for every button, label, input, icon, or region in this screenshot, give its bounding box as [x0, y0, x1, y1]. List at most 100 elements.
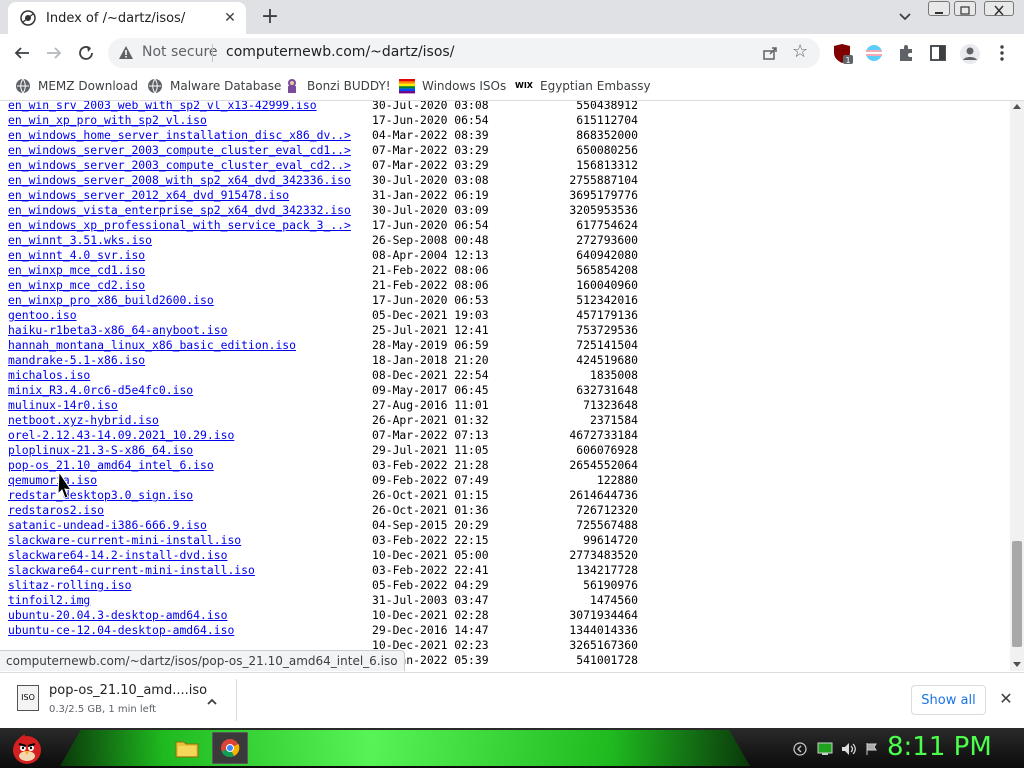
volume-tray-icon[interactable]	[841, 741, 857, 755]
reload-icon[interactable]	[75, 42, 97, 64]
file-link[interactable]: satanic-undead-i386-666.9.iso	[8, 518, 207, 533]
chevron-up-icon[interactable]	[206, 693, 218, 705]
new-tab-button[interactable]: +	[258, 6, 282, 28]
profile-avatar-icon[interactable]	[959, 43, 980, 64]
tab-close-icon[interactable]: ✕	[222, 10, 238, 26]
flag-tray-icon[interactable]	[864, 741, 880, 755]
warning-triangle-icon[interactable]	[118, 45, 134, 61]
close-download-shelf-icon[interactable]: ✕	[998, 691, 1014, 707]
side-panel-icon[interactable]	[928, 43, 948, 63]
tab-active[interactable]: Index of /~dartz/isos/ ✕	[8, 2, 246, 34]
file-row: en_windows_server_2003_compute_cluster_e…	[8, 143, 648, 158]
url-text[interactable]: computernewb.com/~dartz/isos/	[226, 44, 454, 60]
file-link[interactable]: orel-2.12.43-14.09.2021_10.29.iso	[8, 428, 234, 443]
file-link[interactable]: en_windows_home_server_installation_disc…	[8, 128, 351, 143]
bookmark-egyptian-embassy[interactable]: WIX Egyptian Embassy	[515, 77, 651, 95]
file-date: 09-May-2017 06:45	[372, 383, 489, 397]
file-link[interactable]: slackware-current-mini-install.iso	[8, 533, 241, 548]
scrollbar-thumb[interactable]	[1012, 541, 1022, 647]
bookmark-malware-database[interactable]: Malware Database	[147, 77, 281, 95]
globe-icon	[15, 78, 31, 94]
file-link[interactable]: slackware64-14.2-install-dvd.iso	[8, 548, 227, 563]
file-link[interactable]: gentoo.iso	[8, 308, 77, 323]
restore-button[interactable]	[954, 1, 976, 16]
file-link[interactable]: haiku-r1beta3-x86_64-anyboot.iso	[8, 323, 227, 338]
file-link[interactable]: mandrake-5.1-x86.iso	[8, 353, 145, 368]
file-size: 725567488	[576, 518, 638, 532]
show-all-button[interactable]: Show all	[911, 685, 986, 715]
file-date: 17-Jun-2020 06:54	[372, 113, 489, 127]
file-link[interactable]: en_win_xp_pro_with_sp2_vl.iso	[8, 113, 207, 128]
not-secure-label[interactable]: Not secure	[142, 44, 218, 60]
file-link[interactable]: en_winnt_3.51.wks.iso	[8, 233, 152, 248]
file-link[interactable]: hannah_montana_linux_x86_basic_edition.i…	[8, 338, 296, 353]
file-date: 08-Apr-2004 12:13	[372, 248, 489, 262]
network-tray-icon[interactable]	[817, 741, 833, 755]
file-link[interactable]: ubuntu-ce-12.04-desktop-amd64.iso	[8, 623, 234, 638]
menu-kebab-icon[interactable]	[993, 43, 1013, 63]
file-size: 2773483520	[569, 548, 638, 562]
bookmark-windows-isos[interactable]: Windows ISOs	[399, 77, 506, 95]
ublock-extension-icon[interactable]: 1	[832, 43, 853, 65]
file-row: minix_R3.4.0rc6-d5e4fc0.iso 09-May-2017 0…	[8, 383, 648, 398]
file-link[interactable]: en_windows_server_2003_compute_cluster_e…	[8, 158, 351, 173]
page-scrollbar[interactable]	[1010, 101, 1024, 671]
file-link[interactable]: en_windows_server_2012_x64_dvd_915478.is…	[8, 188, 289, 203]
file-size: 632731648	[576, 383, 638, 397]
file-link[interactable]: en_windows_server_2008_with_sp2_x64_dvd_…	[8, 173, 351, 188]
file-link[interactable]: en_winxp_mce_cd2.iso	[8, 278, 145, 293]
bookmark-star-icon[interactable]: ☆	[792, 43, 808, 61]
back-arrow-tray-icon[interactable]	[792, 741, 808, 756]
file-link[interactable]: ubuntu-20.04.3-desktop-amd64.iso	[8, 608, 227, 623]
address-bar[interactable]: Not secure computernewb.com/~dartz/isos/…	[108, 38, 820, 68]
file-date: 03-Feb-2022 22:15	[372, 533, 489, 547]
file-link[interactable]: mulinux-14r0.iso	[8, 398, 118, 413]
scroll-up-arrow-icon[interactable]	[1013, 104, 1021, 109]
scroll-down-arrow-icon[interactable]	[1013, 662, 1021, 667]
share-icon[interactable]	[762, 45, 778, 61]
file-size: 160040960	[576, 278, 638, 292]
angry-bird-start-icon[interactable]	[9, 730, 45, 766]
file-date: 30-Jul-2020 03:08	[372, 101, 489, 112]
iso-file-icon[interactable]: ISO	[17, 685, 39, 711]
file-size: 156813312	[576, 158, 638, 172]
file-link[interactable]: slackware64-current-mini-install.iso	[8, 563, 255, 578]
trans-flag-extension-icon[interactable]	[864, 43, 884, 63]
taskbar-clock[interactable]: 8:11 PM	[887, 732, 992, 762]
close-window-button[interactable]	[984, 1, 1014, 16]
chrome-taskbar-button[interactable]	[211, 731, 249, 765]
file-link[interactable]: redstaros2.iso	[8, 503, 104, 518]
download-filename[interactable]: pop-os_21.10_amd....iso	[49, 683, 207, 698]
tab-search-chevron-icon[interactable]	[896, 8, 914, 26]
file-date: 05-Feb-2022 04:29	[372, 578, 489, 592]
bookmark-memz-download[interactable]: MEMZ Download	[15, 77, 138, 95]
file-link[interactable]: minix_R3.4.0rc6-d5e4fc0.iso	[8, 383, 193, 398]
file-link[interactable]: en_win_srv_2003_web_with_sp2_vl_x13-4299…	[8, 101, 317, 113]
file-link[interactable]: en_windows_vista_enterprise_sp2_x64_dvd_…	[8, 203, 351, 218]
file-link[interactable]: slitaz-rolling.iso	[8, 578, 131, 593]
bookmark-bonzi-buddy[interactable]: Bonzi BUDDY!	[284, 77, 391, 95]
file-link[interactable]: en_windows_xp_professional_with_service_…	[8, 218, 351, 233]
file-link[interactable]: en_winxp_mce_cd1.iso	[8, 263, 145, 278]
file-size: 1344014336	[569, 623, 638, 637]
minimize-button[interactable]	[928, 1, 950, 16]
forward-arrow-icon[interactable]	[43, 42, 65, 64]
file-date: 10-Dec-2021 05:00	[372, 548, 489, 562]
file-size: 3695179776	[569, 188, 638, 202]
file-link[interactable]: en_winxp_pro_x86_build2600.iso	[8, 293, 214, 308]
bookmarks-bar: MEMZ Download Malware Database Bonzi BUD…	[0, 72, 1024, 101]
file-explorer-icon[interactable]	[174, 735, 200, 761]
file-size: 272793600	[576, 233, 638, 247]
file-link[interactable]: en_windows_server_2003_compute_cluster_e…	[8, 143, 351, 158]
file-link[interactable]: pop-os_21.10_amd64_intel_6.iso	[8, 458, 214, 473]
file-link[interactable]: netboot.xyz-hybrid.iso	[8, 413, 159, 428]
back-arrow-icon[interactable]	[11, 42, 33, 64]
extensions-puzzle-icon[interactable]	[896, 43, 916, 63]
file-link[interactable]: tinfoil2.img	[8, 593, 90, 608]
file-link[interactable]: ploplinux-21.3-S-x86_64.iso	[8, 443, 193, 458]
file-link[interactable]: michalos.iso	[8, 368, 90, 383]
file-link[interactable]: redstar_desktop3.0_sign.iso	[8, 488, 193, 503]
file-size: 541001728	[576, 653, 638, 667]
file-link[interactable]: en_winnt_4.0_svr.iso	[8, 248, 145, 263]
file-date: 28-May-2019 06:59	[372, 338, 489, 352]
